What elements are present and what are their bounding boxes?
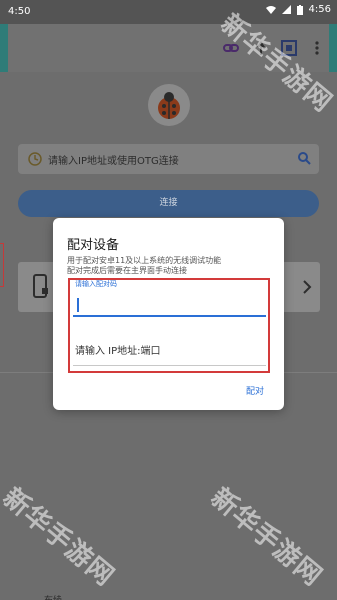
- app-logo: [148, 84, 190, 126]
- toolbar-edge-left: [0, 24, 8, 72]
- link-icon[interactable]: [222, 39, 240, 57]
- search-placeholder: 请输入IP地址或使用OTG连接: [48, 156, 179, 167]
- ip-port-field[interactable]: 请输入 IP地址:端口: [71, 322, 268, 370]
- wifi-icon: [265, 6, 276, 14]
- connect-button[interactable]: 连接: [18, 190, 319, 217]
- address-search-bar[interactable]: 请输入IP地址或使用OTG连接: [18, 144, 319, 174]
- status-time-right: 4:56: [308, 4, 331, 15]
- history-icon[interactable]: [28, 152, 42, 166]
- dialog-description: 用于配对安卓11及以上系统的无线调试功能 配对完成后需要在主界面手动连接: [67, 256, 222, 275]
- more-menu-icon[interactable]: [308, 39, 326, 57]
- pairing-code-field[interactable]: 请输入配对码: [71, 278, 268, 319]
- dialog-title: 配对设备: [67, 238, 120, 253]
- top-toolbar: [8, 24, 329, 72]
- bottom-label: 布绫: [44, 593, 62, 600]
- ladybug-icon: [158, 92, 180, 119]
- field-underline: [73, 365, 266, 366]
- phone-icon: [33, 274, 48, 298]
- signal-icon: [281, 5, 291, 14]
- battery-icon: [296, 4, 303, 15]
- pair-device-dialog: 配对设备 用于配对安卓11及以上系统的无线调试功能 配对完成后需要在主界面手动连…: [53, 218, 284, 410]
- pair-button[interactable]: 配对: [246, 384, 264, 397]
- pin-icon[interactable]: [252, 39, 270, 57]
- status-bar: 4:50 4:56: [0, 0, 337, 24]
- field-underline-active: [73, 315, 266, 317]
- qr-scan-icon[interactable]: [280, 39, 298, 57]
- search-icon[interactable]: [297, 151, 311, 165]
- text-cursor: [77, 298, 79, 312]
- highlight-mark-left: [0, 243, 4, 287]
- toolbar-edge-right: [329, 24, 337, 72]
- chevron-right-icon[interactable]: [302, 279, 312, 295]
- status-time-left: 4:50: [8, 6, 31, 17]
- ip-port-placeholder: 请输入 IP地址:端口: [75, 346, 161, 357]
- pairing-code-label: 请输入配对码: [75, 280, 117, 288]
